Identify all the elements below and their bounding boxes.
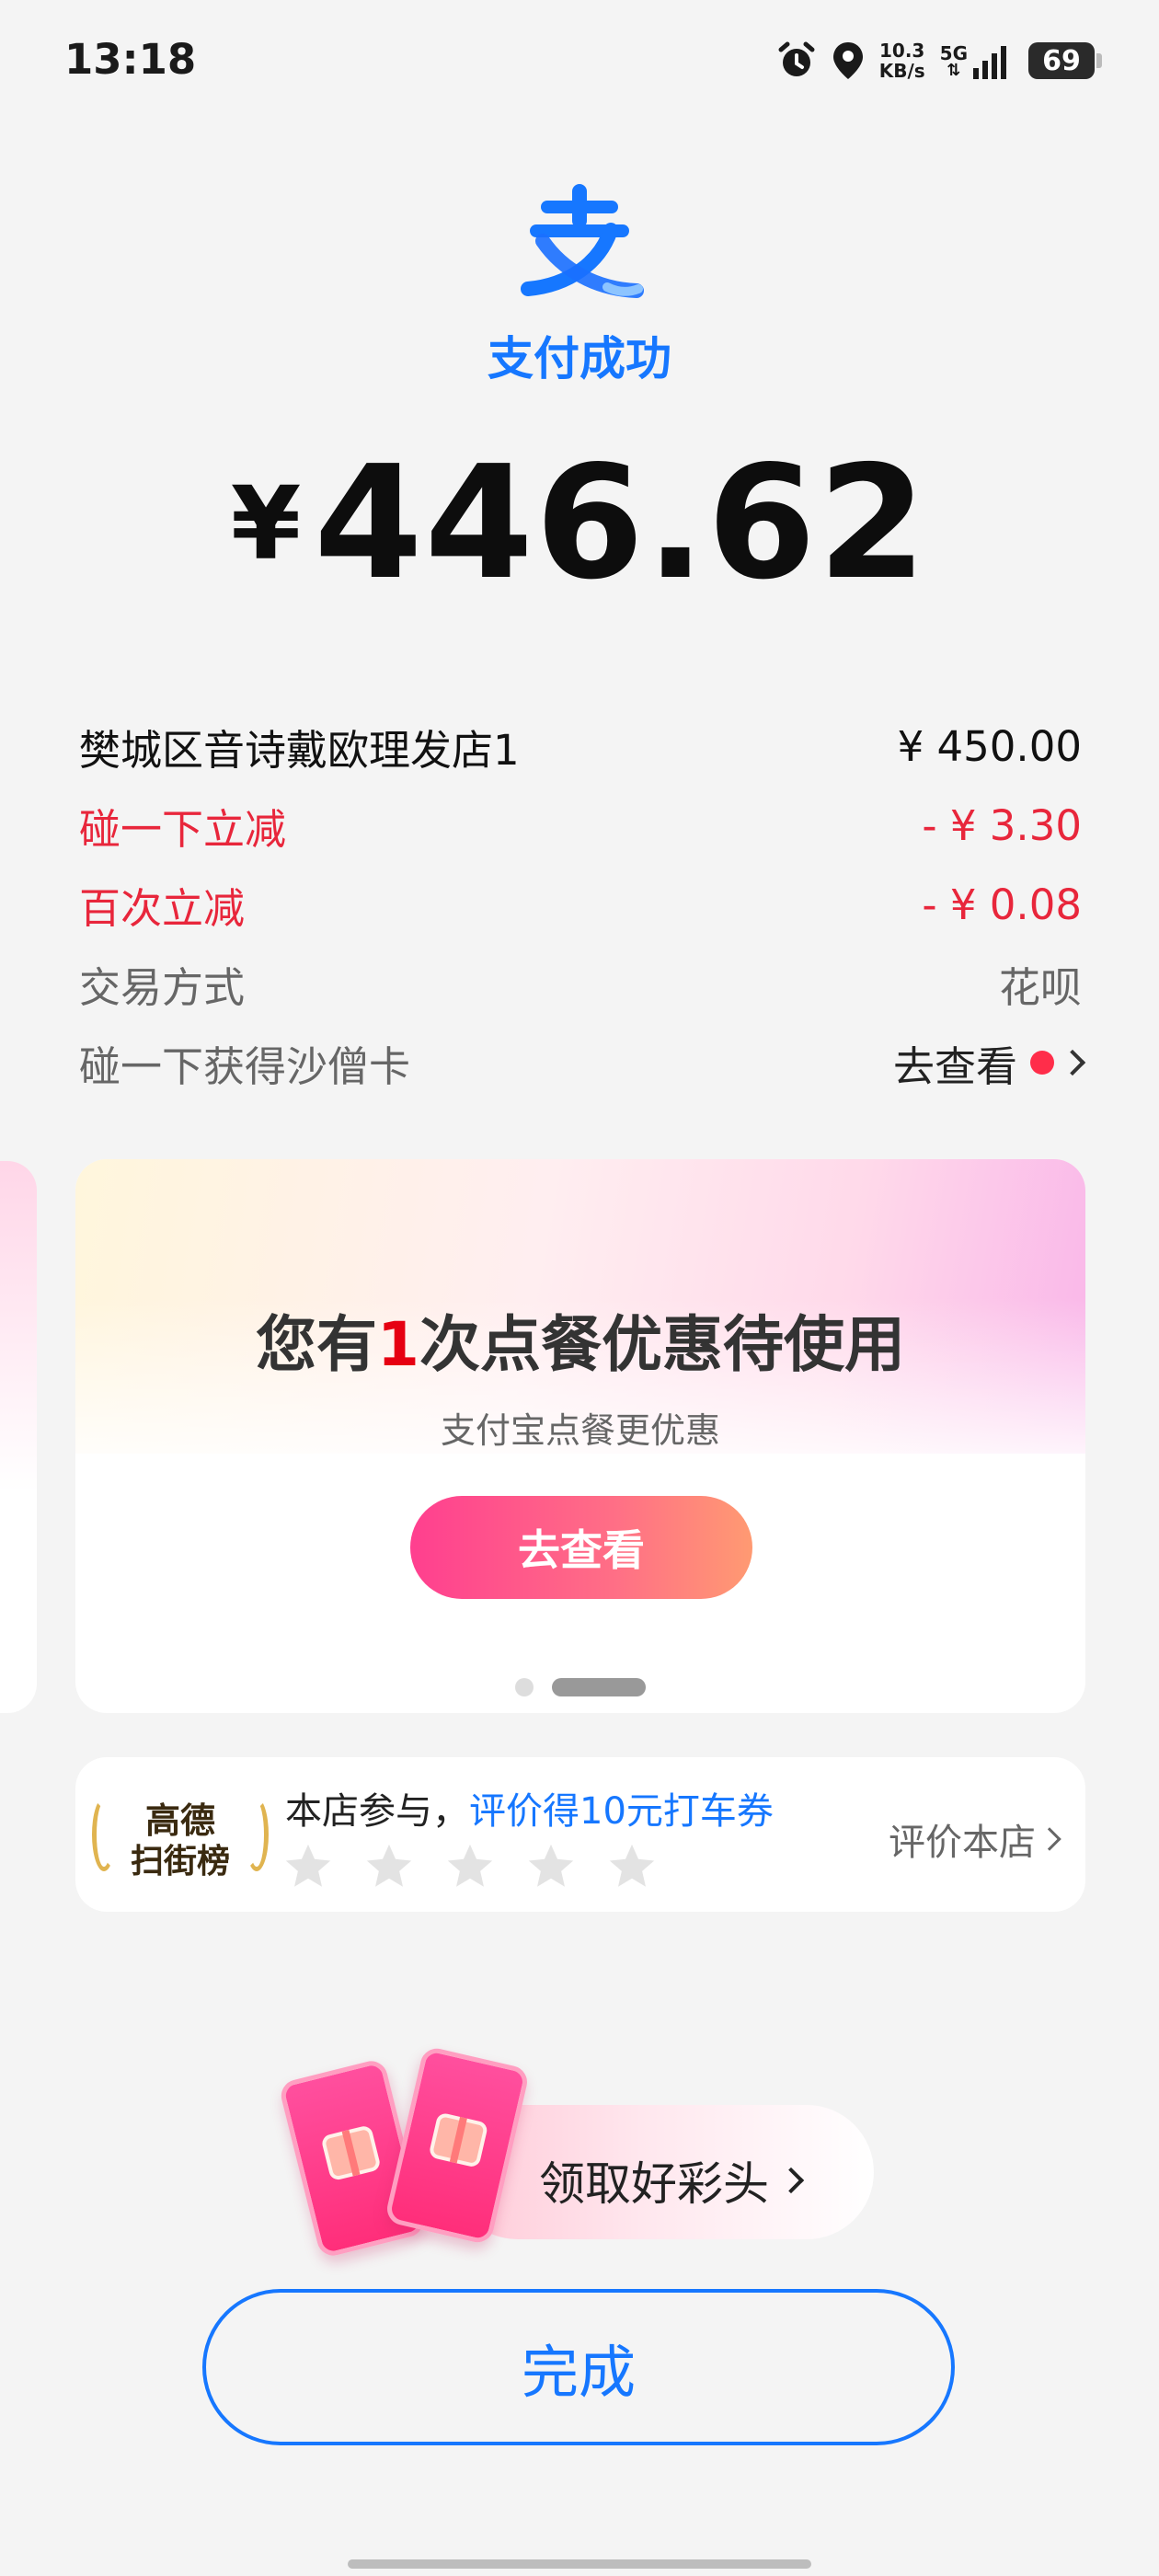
home-indicator[interactable] — [348, 2559, 811, 2569]
star-icon[interactable] — [524, 1840, 578, 1893]
star-icon[interactable] — [605, 1840, 659, 1893]
gift-box-icon — [428, 2111, 489, 2168]
status-bar: 13:18 10.3 KB/s 5G ⇅ 69 — [0, 0, 1159, 120]
hundred-discount-value: - ¥ 0.08 — [922, 880, 1082, 929]
star-icon[interactable] — [443, 1840, 497, 1893]
tap-discount-label: 碰一下立减 — [79, 804, 287, 854]
net-speed-unit: KB/s — [878, 60, 925, 82]
review-reward-text: 评价得10元打车券 — [469, 1790, 774, 1833]
review-store-link-text: 评价本店 — [889, 1822, 1036, 1864]
promo-view-button[interactable]: 去查看 — [410, 1496, 752, 1599]
chevron-right-icon — [1059, 1049, 1086, 1076]
payment-method-label: 交易方式 — [79, 962, 246, 1012]
amount-value: 446.62 — [314, 432, 929, 615]
detail-row-payment-method: 交易方式 花呗 — [79, 951, 1082, 1016]
signal-icon — [973, 46, 1006, 79]
card-reward-label: 碰一下获得沙僧卡 — [79, 1041, 411, 1091]
tap-discount-value: - ¥ 3.30 — [922, 800, 1082, 850]
review-promo-text: 本店参与，评价得10元打车券 — [285, 1781, 774, 1834]
promo-title: 您有1次点餐优惠待使用 — [75, 1295, 1085, 1384]
amap-ranking-badge: 高德 扫街榜 — [92, 1788, 269, 1880]
carousel-prev-card[interactable] — [0, 1161, 37, 1713]
alipay-logo — [521, 184, 644, 298]
detail-row-card-reward[interactable]: 碰一下获得沙僧卡 去查看 — [79, 1030, 1086, 1095]
promo-title-suffix: 次点餐优惠待使用 — [419, 1309, 905, 1380]
review-text-prefix: 本店参与， — [285, 1790, 469, 1833]
card-reward-link[interactable]: 去查看 — [892, 1033, 1086, 1093]
hundred-discount-label: 百次立减 — [79, 883, 246, 933]
data-arrows-icon: ⇅ — [947, 61, 961, 80]
notification-dot — [1030, 1051, 1054, 1075]
card-reward-link-text: 去查看 — [892, 1041, 1017, 1091]
original-price: ¥ 450.00 — [897, 721, 1082, 771]
carousel-dot-active[interactable] — [552, 1678, 646, 1696]
rating-stars[interactable] — [281, 1840, 659, 1893]
promo-card[interactable]: 您有1次点餐优惠待使用 支付宝点餐更优惠 去查看 — [75, 1159, 1085, 1713]
promo-title-prefix: 您有 — [256, 1309, 378, 1380]
status-time: 13:18 — [64, 35, 197, 84]
done-button[interactable]: 完成 — [202, 2289, 955, 2445]
gift-label-text: 领取好彩头 — [539, 2157, 769, 2211]
star-icon[interactable] — [362, 1840, 416, 1893]
lucky-gift-banner[interactable]: 领取好彩头 — [278, 2045, 883, 2260]
net-speed-value: 10.3 — [879, 40, 925, 62]
badge-line2: 扫街榜 — [130, 1843, 230, 1880]
chevron-right-icon — [777, 2167, 805, 2194]
alarm-icon — [778, 41, 815, 76]
carousel-dot[interactable] — [515, 1678, 534, 1696]
status-icons: 10.3 KB/s 5G ⇅ 69 — [776, 33, 1102, 88]
review-store-link[interactable]: 评价本店 — [889, 1812, 1061, 1866]
battery-icon: 69 — [1028, 42, 1102, 79]
review-card[interactable]: 高德 扫街榜 本店参与，评价得10元打车券 评价本店 — [75, 1757, 1085, 1912]
detail-row-hundred-discount: 百次立减 - ¥ 0.08 — [79, 872, 1082, 937]
payment-amount: ¥446.62 — [0, 432, 1159, 615]
promo-subtitle: 支付宝点餐更优惠 — [440, 1410, 720, 1451]
detail-row-merchant: 樊城区音诗戴欧理发店1 ¥ 450.00 — [79, 714, 1082, 778]
gift-box-icon — [320, 2124, 382, 2182]
location-icon — [832, 42, 863, 79]
payment-success-title: 支付成功 — [488, 332, 671, 385]
merchant-name: 樊城区音诗戴欧理发店1 — [79, 725, 520, 775]
network-type: 5G — [939, 42, 968, 64]
gift-label[interactable]: 领取好彩头 — [539, 2147, 805, 2214]
carousel-indicator — [75, 1678, 1085, 1696]
currency-symbol: ¥ — [230, 465, 302, 582]
payment-method-value: 花呗 — [998, 962, 1082, 1012]
promo-title-count: 1 — [377, 1309, 419, 1380]
network-type-group: 5G ⇅ — [940, 44, 968, 79]
net-speed: 10.3 KB/s — [879, 40, 925, 81]
network-indicator: 5G ⇅ — [940, 42, 1014, 79]
detail-row-tap-discount: 碰一下立减 - ¥ 3.30 — [79, 793, 1082, 857]
star-icon[interactable] — [281, 1840, 335, 1893]
chevron-right-icon — [1038, 1827, 1061, 1851]
